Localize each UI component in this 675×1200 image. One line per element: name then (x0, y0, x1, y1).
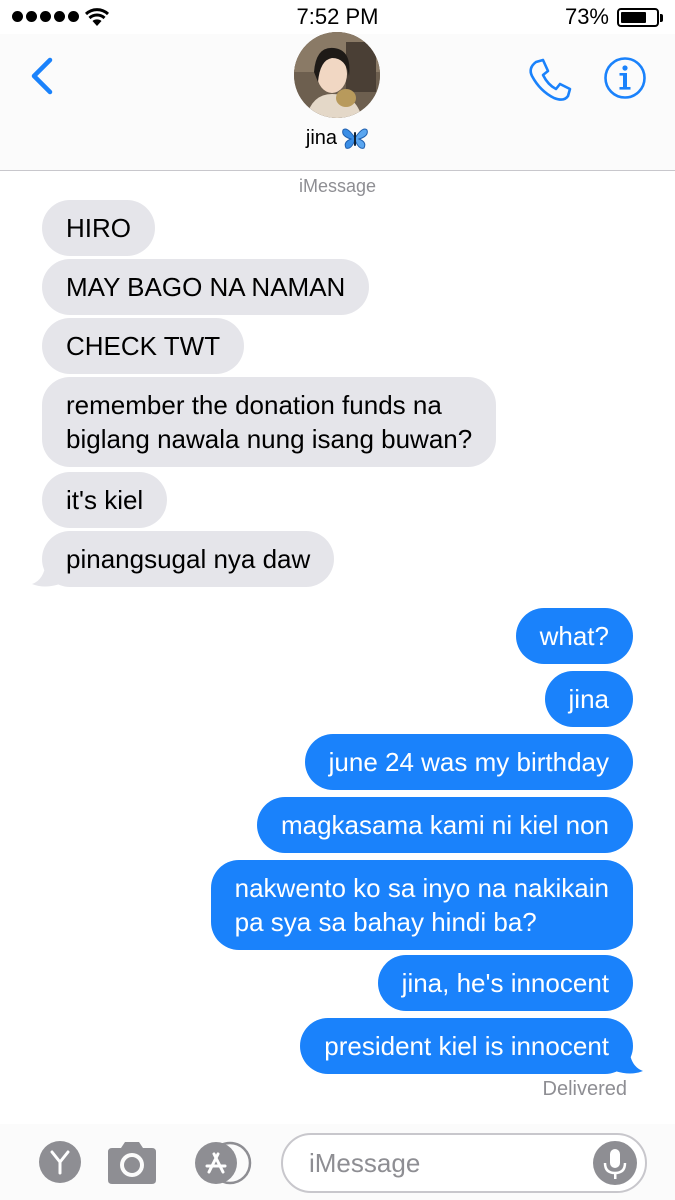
camera-button[interactable] (104, 1140, 160, 1186)
back-button[interactable] (26, 54, 60, 98)
microphone-icon (603, 1149, 627, 1179)
incoming-message[interactable]: it's kiel (42, 472, 168, 528)
battery-icon (617, 8, 663, 27)
outgoing-message[interactable]: jina, he's innocent (377, 955, 633, 1011)
outgoing-message[interactable]: president kiel is innocent (300, 1018, 633, 1074)
message-input[interactable] (309, 1135, 579, 1191)
dictation-button[interactable] (593, 1141, 637, 1185)
message-line: pa sya sa bahay hindi ba? (234, 907, 537, 937)
contact-name[interactable]: jina (0, 126, 675, 150)
status-bar: 7:52 PM 73% (0, 0, 675, 34)
contact-avatar[interactable] (294, 32, 380, 118)
message-input-field[interactable] (281, 1133, 647, 1193)
message-line: biglang nawala nung isang buwan? (66, 424, 473, 454)
outgoing-message[interactable]: jina (544, 671, 633, 727)
contact-name-label: jina (305, 126, 338, 149)
app-store-button[interactable] (190, 1140, 256, 1186)
message-line: nakwento ko sa inyo na nakikain (234, 873, 609, 903)
conversation-header: jina (0, 32, 675, 171)
outgoing-message[interactable]: nakwento ko sa inyo na nakikain pa sya s… (210, 860, 633, 950)
incoming-message[interactable]: HIRO (42, 200, 155, 256)
incoming-message[interactable]: CHECK TWT (42, 318, 245, 374)
message-line: remember the donation funds na (66, 390, 442, 420)
butterfly-icon (342, 128, 368, 149)
incoming-message[interactable]: remember the donation funds na biglang n… (42, 377, 497, 467)
incoming-message[interactable]: MAY BAGO NA NAMAN (42, 259, 370, 315)
incoming-message[interactable]: pinangsugal nya daw (42, 531, 335, 587)
composer-bar (0, 1124, 675, 1200)
outgoing-message[interactable]: what? (515, 608, 633, 664)
delivery-status: Delivered (542, 1078, 627, 1100)
service-label: iMessage (298, 176, 377, 196)
outgoing-message[interactable]: june 24 was my birthday (304, 734, 633, 790)
outgoing-message[interactable]: magkasama kami ni kiel non (256, 797, 633, 853)
app-drawer-button[interactable] (31, 1140, 91, 1184)
info-button[interactable] (603, 56, 647, 100)
call-button[interactable] (526, 56, 574, 104)
battery-percentage: 73% (564, 4, 609, 29)
